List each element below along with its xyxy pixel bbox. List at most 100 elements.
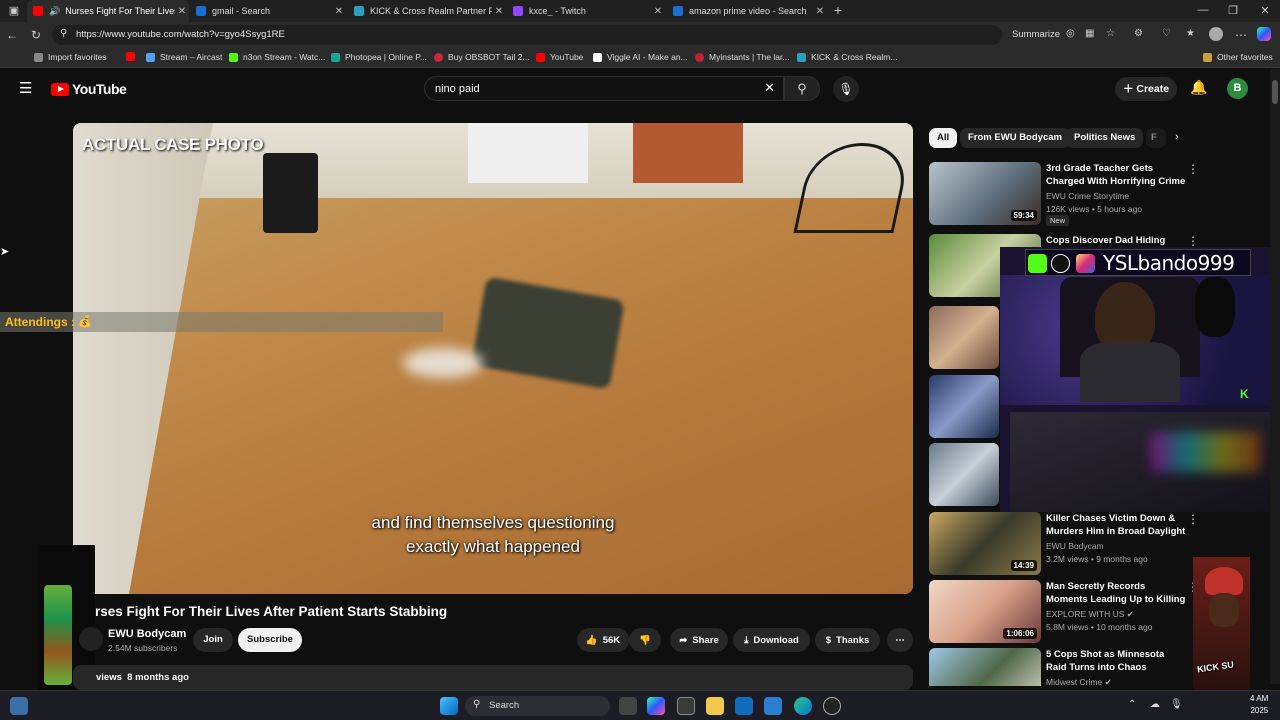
bookmark-myinstants[interactable]: Myinstants | The lar... bbox=[695, 52, 789, 62]
video-thumbnail[interactable]: 14:39 bbox=[929, 512, 1041, 575]
tab-gmail-search[interactable]: gmail - Search ✕ bbox=[190, 0, 346, 22]
more-icon[interactable]: ⋯ bbox=[1235, 28, 1247, 42]
file-explorer-icon[interactable] bbox=[706, 697, 724, 715]
channel-name[interactable]: EXPLORE WITH US ✔ bbox=[1046, 609, 1134, 620]
bookmark-youtube-icon-only[interactable] bbox=[126, 52, 140, 61]
close-icon[interactable]: ✕ bbox=[332, 6, 346, 17]
bookmark-other-favorites[interactable]: Other favorites bbox=[1203, 52, 1273, 62]
video-thumbnail[interactable] bbox=[929, 306, 999, 369]
obs-icon[interactable] bbox=[823, 697, 841, 715]
weather-widget-icon[interactable] bbox=[10, 697, 28, 715]
tab-actions-icon[interactable]: ▣ bbox=[4, 4, 24, 17]
bookmark-import-favorites[interactable]: Import favorites bbox=[34, 52, 107, 62]
refresh-icon[interactable]: ↻ bbox=[31, 28, 41, 42]
read-aloud-icon[interactable]: ▦ bbox=[1085, 28, 1094, 39]
profile-icon[interactable] bbox=[1209, 27, 1223, 41]
tab-amazon-search[interactable]: amazon prime video - Search ✕ bbox=[667, 0, 827, 22]
bookmark-youtube[interactable]: YouTube bbox=[536, 52, 583, 62]
network-icon[interactable]: ☁ bbox=[1150, 699, 1160, 710]
video-title[interactable]: Cops Discover Dad Hiding bbox=[1046, 234, 1186, 247]
more-actions-button[interactable]: ⋯ bbox=[887, 628, 913, 652]
system-clock[interactable]: 4 AM 2025 bbox=[1250, 693, 1268, 717]
back-icon[interactable]: ← bbox=[6, 28, 18, 42]
video-thumbnail[interactable] bbox=[929, 443, 999, 506]
copilot-icon[interactable]: ◎ bbox=[1066, 28, 1075, 39]
video-description-box[interactable]: views 8 months ago bbox=[73, 665, 913, 690]
store-icon[interactable] bbox=[677, 697, 695, 715]
more-vertical-icon[interactable]: ⋮ bbox=[1187, 162, 1199, 176]
channel-name[interactable]: Midwest Crime ✔ bbox=[1046, 677, 1112, 686]
chevron-right-icon[interactable]: › bbox=[1175, 131, 1179, 143]
channel-name[interactable]: EWU Bodycam bbox=[1046, 541, 1104, 551]
photos-icon[interactable] bbox=[764, 697, 782, 715]
voice-search-button[interactable]: 🎙 bbox=[833, 76, 859, 102]
chip-all[interactable]: All bbox=[929, 128, 958, 148]
close-icon[interactable]: ✕ bbox=[175, 6, 189, 17]
bookmark-aircast[interactable]: Stream – Aircast bbox=[146, 52, 222, 62]
share-button[interactable]: ➦ Share bbox=[670, 628, 728, 652]
bookmark-viggle[interactable]: Viggle AI - Make an... bbox=[593, 52, 688, 62]
channel-name[interactable]: EWU Crime Storytime bbox=[1046, 191, 1129, 201]
close-icon[interactable]: ✕ bbox=[813, 6, 827, 17]
chip-from-channel[interactable]: From EWU Bodycam bbox=[960, 128, 1070, 148]
clear-search-icon[interactable]: ✕ bbox=[764, 80, 775, 96]
video-thumbnail[interactable]: 1:06:06 bbox=[929, 580, 1041, 643]
recommendation-item[interactable]: 59:34 3rd Grade Teacher Gets Charged Wit… bbox=[929, 162, 1199, 226]
channel-name[interactable]: EWU Bodycam bbox=[108, 628, 186, 640]
page-scrollbar[interactable] bbox=[1270, 69, 1280, 684]
favorite-star-icon[interactable]: ☆ bbox=[1106, 28, 1115, 39]
thanks-button[interactable]: $ Thanks bbox=[815, 628, 880, 652]
video-thumbnail[interactable]: 59:34 bbox=[929, 162, 1041, 225]
recommendation-item[interactable]: 1:06:06 Man Secretly Records Moments Lea… bbox=[929, 580, 1199, 644]
like-button[interactable]: 👍 56K bbox=[577, 628, 629, 652]
account-avatar[interactable]: B bbox=[1227, 78, 1248, 99]
video-player[interactable]: ACTUAL CASE PHOTO and find themselves qu… bbox=[73, 123, 913, 594]
outlook-icon[interactable] bbox=[735, 697, 753, 715]
close-window-icon[interactable]: ✕ bbox=[1255, 4, 1275, 17]
chevron-up-icon[interactable]: ⌃ bbox=[1128, 699, 1136, 710]
recommendation-item[interactable]: 5 Cops Shot as Minnesota Raid Turns into… bbox=[929, 648, 1199, 686]
bookmark-obsbot[interactable]: Buy OBSBOT Tail 2... bbox=[434, 52, 529, 62]
video-thumbnail[interactable] bbox=[929, 648, 1041, 686]
windows-start-icon[interactable] bbox=[440, 697, 458, 715]
video-title[interactable]: 5 Cops Shot as Minnesota Raid Turns into… bbox=[1046, 648, 1186, 674]
search-input[interactable]: nino paid ✕ bbox=[424, 76, 784, 101]
extensions-icon[interactable]: ⚙ bbox=[1134, 28, 1143, 39]
summarize-button[interactable]: Summarize bbox=[1012, 29, 1060, 40]
site-info-icon[interactable]: ⚲ bbox=[60, 28, 67, 39]
join-button[interactable]: Join bbox=[193, 628, 233, 652]
video-title[interactable]: 3rd Grade Teacher Gets Charged With Horr… bbox=[1046, 162, 1186, 188]
tab-kick[interactable]: KICK & Cross Realm Partner Fast ✕ bbox=[348, 0, 506, 22]
copilot-sidebar-icon[interactable] bbox=[1257, 27, 1271, 41]
close-icon[interactable]: ✕ bbox=[651, 6, 665, 17]
chip-truncated[interactable]: F bbox=[1146, 128, 1166, 148]
favorites-icon[interactable]: ★ bbox=[1186, 28, 1195, 39]
download-button[interactable]: ⤓ Download bbox=[733, 628, 810, 652]
minimize-icon[interactable]: — bbox=[1193, 4, 1213, 16]
scrollbar-thumb[interactable] bbox=[1272, 80, 1278, 104]
video-title[interactable]: Man Secretly Records Moments Leading Up … bbox=[1046, 580, 1186, 606]
video-title[interactable]: Killer Chases Victim Down & Murders Him … bbox=[1046, 512, 1186, 538]
edge-icon[interactable] bbox=[794, 697, 812, 715]
task-view-icon[interactable] bbox=[619, 697, 637, 715]
chip-politics-news[interactable]: Politics News bbox=[1066, 128, 1144, 148]
copilot-icon[interactable] bbox=[647, 697, 665, 715]
youtube-logo[interactable]: YouTube bbox=[51, 81, 127, 97]
recommendation-item[interactable]: 14:39 Killer Chases Victim Down & Murder… bbox=[929, 512, 1199, 576]
speaker-icon[interactable]: 🔊 bbox=[49, 6, 60, 17]
create-button[interactable]: ＋ Create bbox=[1115, 77, 1177, 101]
notifications-bell-icon[interactable]: 🔔 bbox=[1190, 79, 1207, 96]
bookmark-n3on[interactable]: n3on Stream - Watc... bbox=[229, 52, 325, 62]
browser-essentials-icon[interactable]: ♡ bbox=[1162, 28, 1171, 39]
new-tab-button[interactable]: + bbox=[828, 2, 848, 18]
taskbar-search[interactable]: ⚲ Search bbox=[465, 696, 610, 716]
address-bar[interactable]: ⚲ https://www.youtube.com/watch?v=gyo4Ss… bbox=[52, 25, 1002, 45]
hamburger-menu-icon[interactable]: ☰ bbox=[19, 79, 32, 97]
tab-twitch[interactable]: kxce_ - Twitch ✕ bbox=[507, 0, 665, 22]
subscribe-button[interactable]: Subscribe bbox=[238, 628, 302, 652]
close-icon[interactable]: ✕ bbox=[492, 6, 506, 17]
dislike-button[interactable]: 👎 bbox=[629, 628, 661, 652]
bookmark-kick-cross-realm[interactable]: KICK & Cross Realm... bbox=[797, 52, 897, 62]
more-vertical-icon[interactable]: ⋮ bbox=[1187, 512, 1199, 526]
search-button[interactable]: ⚲ bbox=[784, 76, 820, 101]
